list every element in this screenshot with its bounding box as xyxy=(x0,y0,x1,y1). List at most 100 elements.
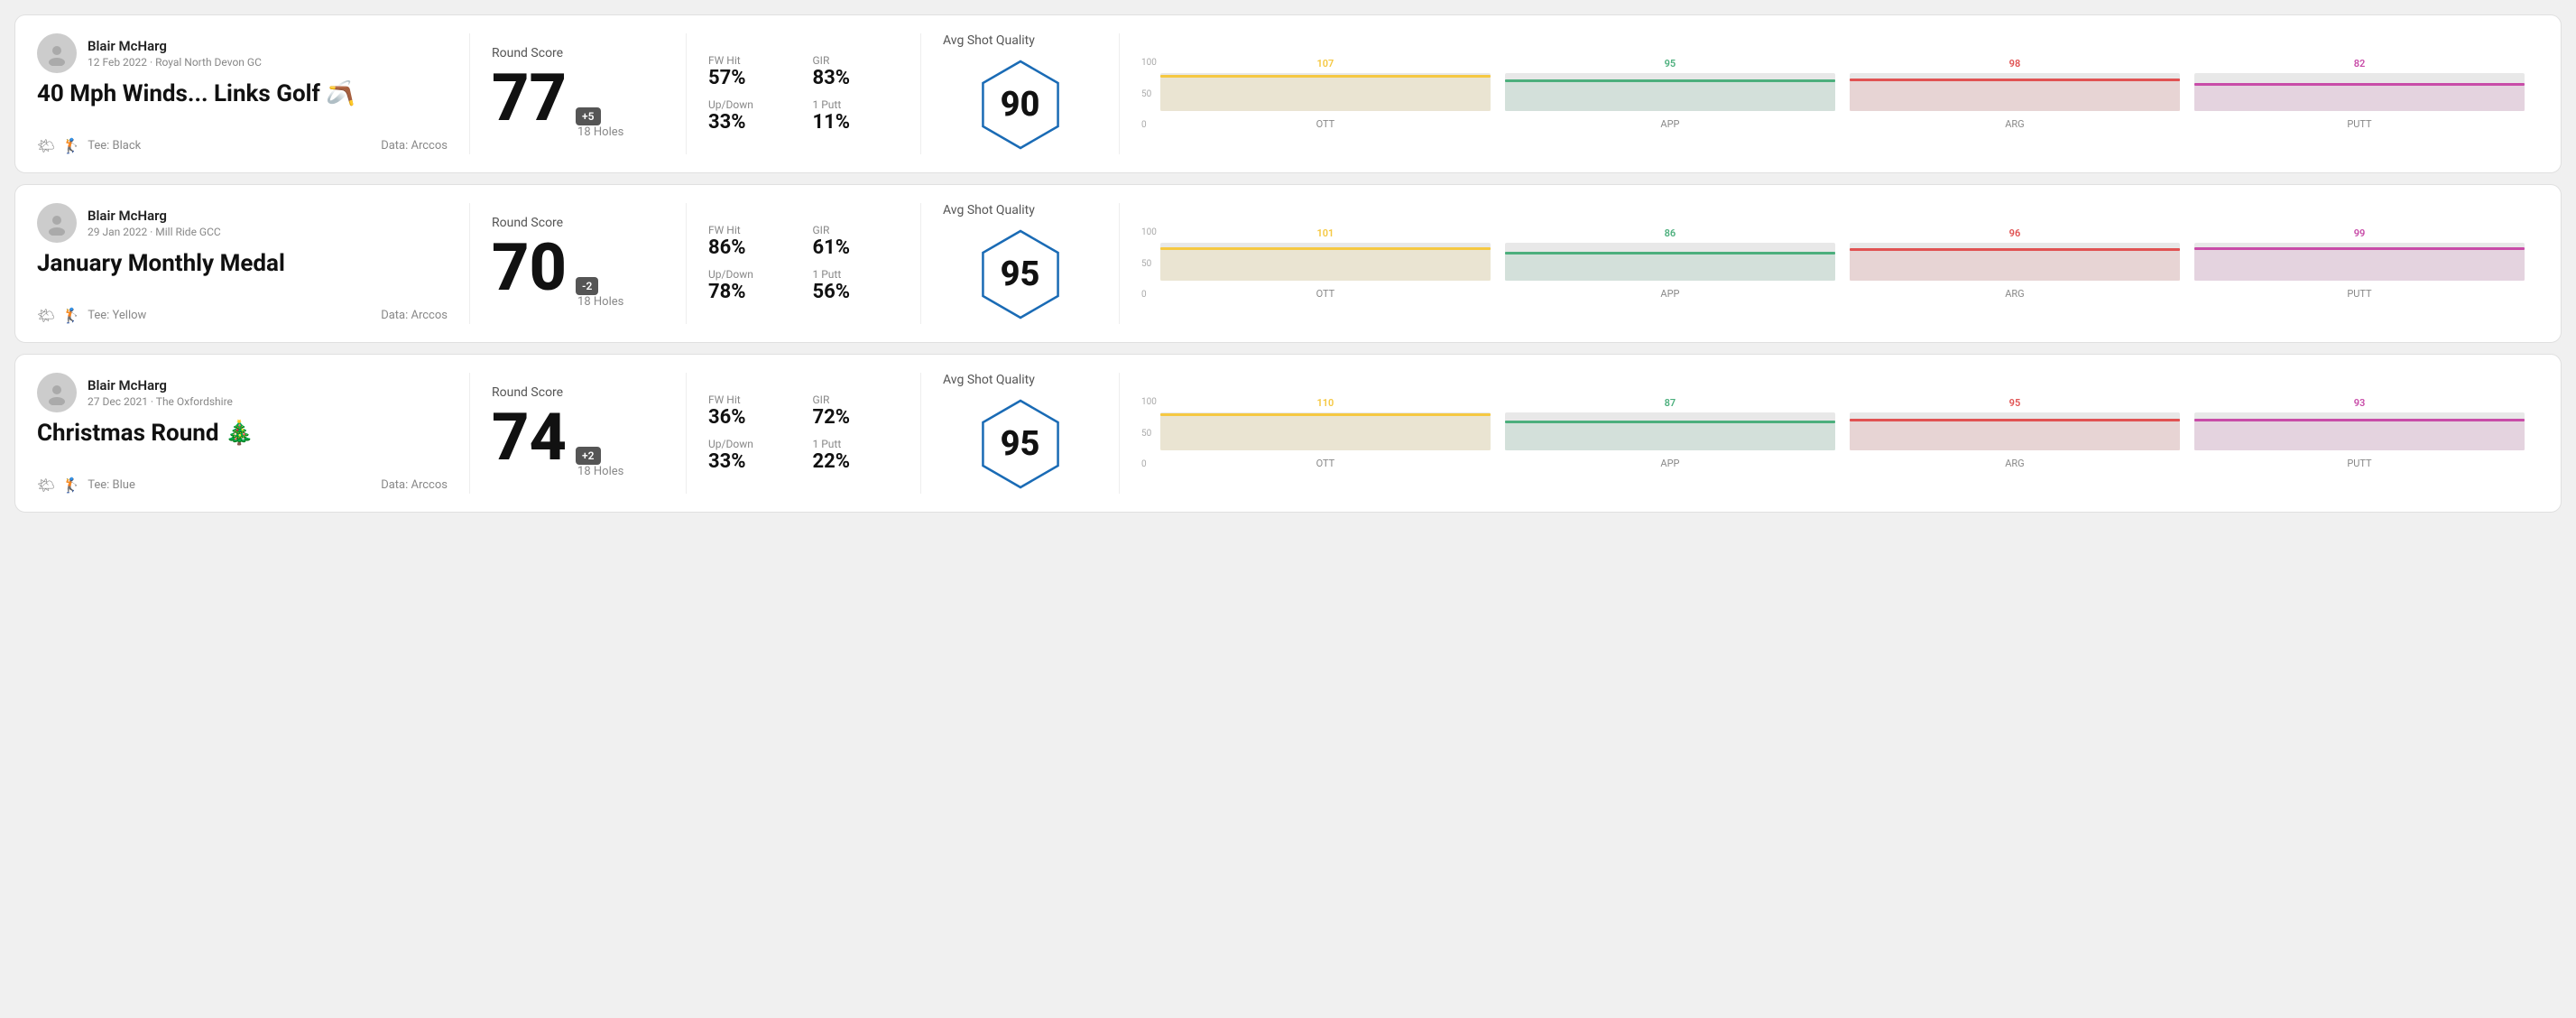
fw-hit-label: FW Hit xyxy=(708,54,795,67)
updown-label: Up/Down xyxy=(708,268,795,281)
footer-info: 🌤 🏌 Tee: Black Data: Arccos xyxy=(37,137,448,154)
score-badge: -2 xyxy=(576,277,598,295)
score-row: 77 +5 18 Holes xyxy=(492,66,664,139)
updown-value: 33% xyxy=(708,450,795,473)
hexagon: 90 xyxy=(975,55,1066,154)
avatar xyxy=(37,373,77,412)
bag-icon: 🏌 xyxy=(62,307,80,324)
score-details: +5 18 Holes xyxy=(576,106,623,139)
score-row: 74 +2 18 Holes xyxy=(492,405,664,478)
updown-value: 33% xyxy=(708,111,795,134)
hexagon: 95 xyxy=(975,394,1066,494)
quality-section: Avg Shot Quality 95 xyxy=(921,203,1120,324)
quality-label: Avg Shot Quality xyxy=(943,373,1035,387)
stats-grid: FW Hit 57% GIR 83% Up/Down 33% 1 Putt 11… xyxy=(708,54,899,134)
weather-icon: 🌤 xyxy=(37,477,55,494)
quality-section: Avg Shot Quality 95 xyxy=(921,373,1120,494)
updown-stat: Up/Down 33% xyxy=(708,98,795,134)
gir-label: GIR xyxy=(813,393,900,406)
quality-section: Avg Shot Quality 90 xyxy=(921,33,1120,154)
score-section: Round Score 70 -2 18 Holes xyxy=(470,203,687,324)
rounds-list: Blair McHarg 12 Feb 2022 · Royal North D… xyxy=(14,14,2562,513)
updown-label: Up/Down xyxy=(708,98,795,111)
user-details: Blair McHarg 27 Dec 2021 · The Oxfordshi… xyxy=(88,377,233,408)
updown-value: 78% xyxy=(708,281,795,303)
footer-info: 🌤 🏌 Tee: Yellow Data: Arccos xyxy=(37,307,448,324)
user-info: Blair McHarg 27 Dec 2021 · The Oxfordshi… xyxy=(37,373,448,412)
score-badge: +5 xyxy=(576,107,600,125)
score-details: +2 18 Holes xyxy=(576,446,623,478)
avatar xyxy=(37,33,77,73)
quality-label: Avg Shot Quality xyxy=(943,203,1035,217)
gir-value: 61% xyxy=(813,236,900,259)
fw-hit-stat: FW Hit 36% xyxy=(708,393,795,429)
stats-section: FW Hit 86% GIR 61% Up/Down 78% 1 Putt 56… xyxy=(687,203,921,324)
bag-icon: 🏌 xyxy=(62,137,80,154)
left-section: Blair McHarg 12 Feb 2022 · Royal North D… xyxy=(37,33,470,154)
quality-score: 95 xyxy=(1001,255,1040,294)
fw-hit-value: 57% xyxy=(708,67,795,89)
one-putt-value: 56% xyxy=(813,281,900,303)
one-putt-label: 1 Putt xyxy=(813,438,900,450)
round-card-round1: Blair McHarg 12 Feb 2022 · Royal North D… xyxy=(14,14,2562,173)
user-details: Blair McHarg 29 Jan 2022 · Mill Ride GCC xyxy=(88,208,221,238)
tee-label: Tee: Yellow xyxy=(88,309,146,322)
user-info: Blair McHarg 29 Jan 2022 · Mill Ride GCC xyxy=(37,203,448,243)
score-badge: +2 xyxy=(576,447,600,465)
round-title: Christmas Round 🎄 xyxy=(37,420,448,447)
gir-stat: GIR 72% xyxy=(813,393,900,429)
one-putt-value: 11% xyxy=(813,111,900,134)
round-title: January Monthly Medal xyxy=(37,250,448,277)
gir-value: 83% xyxy=(813,67,900,89)
avatar xyxy=(37,203,77,243)
fw-hit-value: 36% xyxy=(708,406,795,429)
score-details: -2 18 Holes xyxy=(576,276,623,309)
stats-grid: FW Hit 36% GIR 72% Up/Down 33% 1 Putt 22… xyxy=(708,393,899,473)
stats-section: FW Hit 57% GIR 83% Up/Down 33% 1 Putt 11… xyxy=(687,33,921,154)
round-score-label: Round Score xyxy=(492,216,664,230)
one-putt-value: 22% xyxy=(813,450,900,473)
stats-grid: FW Hit 86% GIR 61% Up/Down 78% 1 Putt 56… xyxy=(708,224,899,303)
data-source: Data: Arccos xyxy=(381,139,448,153)
round-score-label: Round Score xyxy=(492,46,664,60)
chart-section: 100500 101 OTT 86 APP 96 ARG 99 xyxy=(1120,203,2539,324)
tee-info: 🌤 🏌 Tee: Blue xyxy=(37,477,135,494)
gir-value: 72% xyxy=(813,406,900,429)
fw-hit-stat: FW Hit 86% xyxy=(708,224,795,259)
user-meta: 12 Feb 2022 · Royal North Devon GC xyxy=(88,56,262,69)
updown-label: Up/Down xyxy=(708,438,795,450)
score-section: Round Score 74 +2 18 Holes xyxy=(470,373,687,494)
quality-score: 95 xyxy=(1001,424,1040,464)
user-info: Blair McHarg 12 Feb 2022 · Royal North D… xyxy=(37,33,448,73)
gir-stat: GIR 61% xyxy=(813,224,900,259)
left-section: Blair McHarg 27 Dec 2021 · The Oxfordshi… xyxy=(37,373,470,494)
one-putt-label: 1 Putt xyxy=(813,268,900,281)
user-name: Blair McHarg xyxy=(88,377,233,393)
big-score: 74 xyxy=(492,405,567,470)
round-score-label: Round Score xyxy=(492,385,664,400)
left-section: Blair McHarg 29 Jan 2022 · Mill Ride GCC… xyxy=(37,203,470,324)
score-section: Round Score 77 +5 18 Holes xyxy=(470,33,687,154)
round-card-round3: Blair McHarg 27 Dec 2021 · The Oxfordshi… xyxy=(14,354,2562,513)
holes-label: 18 Holes xyxy=(577,465,623,478)
stats-section: FW Hit 36% GIR 72% Up/Down 33% 1 Putt 22… xyxy=(687,373,921,494)
tee-label: Tee: Black xyxy=(88,139,141,153)
updown-stat: Up/Down 78% xyxy=(708,268,795,303)
one-putt-stat: 1 Putt 22% xyxy=(813,438,900,473)
fw-hit-stat: FW Hit 57% xyxy=(708,54,795,89)
round-card-round2: Blair McHarg 29 Jan 2022 · Mill Ride GCC… xyxy=(14,184,2562,343)
weather-icon: 🌤 xyxy=(37,307,55,324)
big-score: 70 xyxy=(492,236,567,301)
gir-label: GIR xyxy=(813,54,900,67)
one-putt-stat: 1 Putt 11% xyxy=(813,98,900,134)
holes-label: 18 Holes xyxy=(577,125,623,139)
fw-hit-label: FW Hit xyxy=(708,393,795,406)
score-row: 70 -2 18 Holes xyxy=(492,236,664,309)
user-details: Blair McHarg 12 Feb 2022 · Royal North D… xyxy=(88,38,262,69)
one-putt-stat: 1 Putt 56% xyxy=(813,268,900,303)
user-name: Blair McHarg xyxy=(88,38,262,54)
fw-hit-label: FW Hit xyxy=(708,224,795,236)
chart-section: 100500 107 OTT 95 APP 98 ARG 82 xyxy=(1120,33,2539,154)
holes-label: 18 Holes xyxy=(577,295,623,309)
tee-info: 🌤 🏌 Tee: Black xyxy=(37,137,141,154)
